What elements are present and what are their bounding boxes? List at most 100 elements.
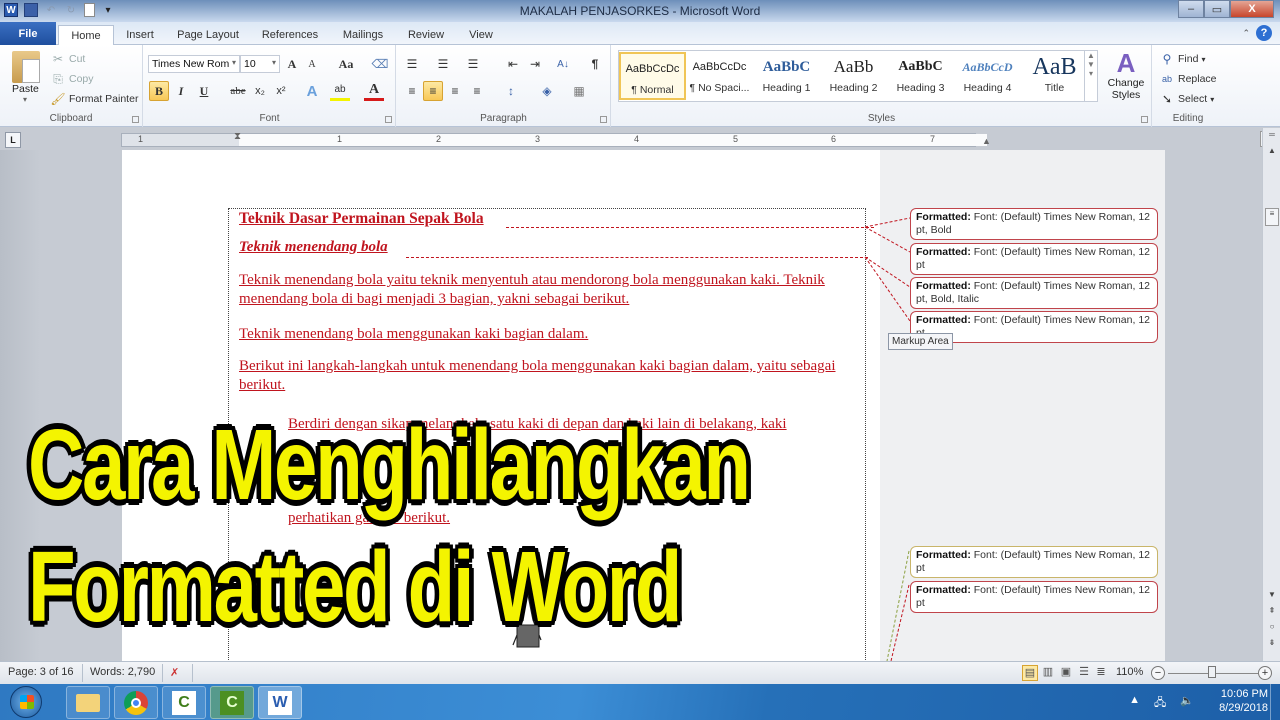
- show-hide-marks-button[interactable]: ¶: [585, 54, 605, 74]
- previous-page-button[interactable]: ⇞: [1265, 606, 1279, 615]
- zoom-in-button[interactable]: +: [1258, 666, 1272, 680]
- shading-button[interactable]: ◈: [537, 81, 557, 101]
- next-page-button[interactable]: ⇟: [1265, 638, 1279, 647]
- paragraph-launcher-icon[interactable]: [600, 116, 607, 123]
- clock[interactable]: 10:06 PM 8/29/2018: [1219, 687, 1268, 715]
- formatted-balloon[interactable]: Formatted: Font: (Default) Times New Rom…: [910, 546, 1158, 578]
- style-normal[interactable]: AaBbCcDc ¶ Normal: [619, 52, 686, 100]
- vertical-scrollbar[interactable]: ═ ▲ ≡ ▼ ⇞ ○ ⇟: [1262, 128, 1280, 661]
- decrease-indent-button[interactable]: ⇤: [503, 54, 523, 74]
- align-right-button[interactable]: ≡: [445, 81, 465, 101]
- change-case-button[interactable]: Aa: [332, 54, 360, 74]
- find-button[interactable]: ⚲ Find ▾: [1159, 51, 1206, 67]
- subscript-button[interactable]: x₂: [250, 81, 270, 101]
- full-screen-reading-icon[interactable]: ▥: [1040, 665, 1056, 681]
- web-layout-icon[interactable]: ▣: [1058, 665, 1074, 681]
- draft-view-icon[interactable]: ≣: [1093, 665, 1109, 681]
- styles-gallery-scroll[interactable]: ▲ ▼ ▾: [1084, 51, 1097, 101]
- right-indent-marker[interactable]: ▲: [982, 136, 991, 146]
- volume-icon[interactable]: 🔈: [1180, 694, 1194, 713]
- formatted-balloon[interactable]: Formatted: Font: (Default) Times New Rom…: [910, 243, 1158, 275]
- select-button[interactable]: ➘ Select ▾: [1159, 91, 1214, 107]
- scroll-thumb[interactable]: ≡: [1265, 208, 1279, 226]
- body-paragraph[interactable]: Berikut ini langkah-langkah untuk menend…: [239, 357, 869, 395]
- replace-button[interactable]: ab Replace: [1159, 71, 1217, 87]
- scroll-up-arrow[interactable]: ▲: [1265, 146, 1279, 155]
- increase-indent-button[interactable]: ⇥: [525, 54, 545, 74]
- minimize-ribbon-icon[interactable]: ⌃: [1242, 28, 1250, 39]
- horizontal-ruler[interactable]: 1 1 2 3 4 5 6 7 ⧗ ▲: [121, 131, 991, 147]
- font-name-combo[interactable]: Times New Rom ▾: [148, 55, 240, 73]
- start-button[interactable]: [10, 686, 42, 718]
- proofing-error-icon[interactable]: ✗: [170, 666, 179, 679]
- style-heading-1[interactable]: AaBbC Heading 1: [753, 52, 820, 100]
- style-heading-2[interactable]: AaBb Heading 2: [820, 52, 887, 100]
- network-icon[interactable]: 🖧: [1154, 694, 1166, 713]
- style-title[interactable]: AaB Title: [1021, 52, 1088, 100]
- clear-formatting-button[interactable]: ⌫: [370, 54, 390, 74]
- taskbar-camtasia-studio[interactable]: C: [210, 686, 254, 719]
- text-effects-button[interactable]: A: [302, 81, 322, 101]
- select-browse-object-button[interactable]: ○: [1265, 622, 1279, 631]
- tab-selector-button[interactable]: L: [5, 132, 21, 148]
- scroll-down-arrow[interactable]: ▼: [1265, 590, 1279, 599]
- zoom-out-button[interactable]: −: [1151, 666, 1165, 680]
- word-count[interactable]: Words: 2,790: [90, 666, 155, 678]
- change-styles-button[interactable]: A Change Styles: [1104, 49, 1148, 101]
- tab-insert[interactable]: Insert: [118, 25, 162, 45]
- tab-view[interactable]: View: [460, 25, 502, 45]
- tab-references[interactable]: References: [255, 25, 325, 45]
- font-size-combo[interactable]: 10 ▾: [240, 55, 280, 73]
- help-icon[interactable]: ?: [1256, 25, 1272, 41]
- tab-page-layout[interactable]: Page Layout: [172, 25, 244, 45]
- format-painter-button[interactable]: 🖌 Format Painter: [50, 91, 138, 107]
- line-spacing-button[interactable]: ↕: [501, 81, 521, 101]
- zoom-slider-thumb[interactable]: [1208, 666, 1216, 678]
- shrink-font-button[interactable]: A: [302, 54, 322, 74]
- subheading-paragraph[interactable]: Teknik menendang bola: [239, 238, 869, 257]
- body-paragraph[interactable]: Teknik menendang bola yaitu teknik menye…: [239, 271, 869, 309]
- justify-button[interactable]: ≡: [467, 81, 487, 101]
- tab-file[interactable]: File: [0, 22, 56, 45]
- font-color-button[interactable]: A: [364, 81, 384, 101]
- view-ruler-toggle[interactable]: ═: [1265, 130, 1279, 139]
- minimize-button[interactable]: –: [1178, 0, 1204, 18]
- heading-paragraph[interactable]: Teknik Dasar Permainan Sepak Bola: [239, 209, 869, 228]
- bold-button[interactable]: B: [149, 81, 169, 101]
- zoom-level[interactable]: 110%: [1116, 666, 1143, 678]
- cut-button[interactable]: ✂ Cut: [50, 51, 85, 67]
- align-left-button[interactable]: ≡: [402, 81, 422, 101]
- numbering-button[interactable]: ☰: [433, 54, 453, 74]
- maximize-button[interactable]: ▭: [1204, 0, 1230, 18]
- formatted-balloon[interactable]: Formatted: Font: (Default) Times New Rom…: [910, 277, 1158, 309]
- borders-button[interactable]: ▦: [569, 81, 589, 101]
- formatted-balloon[interactable]: Formatted: Font: (Default) Times New Rom…: [910, 581, 1158, 613]
- strikethrough-button[interactable]: abe: [226, 81, 250, 101]
- superscript-button[interactable]: x²: [271, 81, 291, 101]
- style-heading-3[interactable]: AaBbC Heading 3: [887, 52, 954, 100]
- style-no-spacing[interactable]: AaBbCcDc ¶ No Spaci...: [686, 52, 753, 100]
- taskbar-camtasia-recorder[interactable]: C: [162, 686, 206, 719]
- italic-button[interactable]: I: [171, 81, 191, 101]
- show-desktop-button[interactable]: [1270, 684, 1280, 720]
- highlight-button[interactable]: ab: [330, 81, 350, 101]
- paste-dropdown-icon[interactable]: ▾: [23, 95, 27, 104]
- bullets-button[interactable]: ☰: [402, 54, 422, 74]
- outline-view-icon[interactable]: ☰: [1076, 665, 1092, 681]
- taskbar-word[interactable]: W: [258, 686, 302, 719]
- left-indent-marker[interactable]: ⧗: [234, 131, 241, 142]
- close-button[interactable]: X: [1230, 0, 1274, 18]
- tab-mailings[interactable]: Mailings: [335, 25, 391, 45]
- formatted-balloon[interactable]: Formatted: Font: (Default) Times New Rom…: [910, 208, 1158, 240]
- styles-launcher-icon[interactable]: [1141, 116, 1148, 123]
- taskbar-file-explorer[interactable]: [66, 686, 110, 719]
- taskbar-chrome[interactable]: [114, 686, 158, 719]
- grow-font-button[interactable]: A: [282, 54, 302, 74]
- print-layout-view-icon[interactable]: ▤: [1022, 665, 1038, 681]
- font-launcher-icon[interactable]: [385, 116, 392, 123]
- copy-button[interactable]: ⎘ Copy: [50, 71, 93, 87]
- style-heading-4[interactable]: AaBbCcD Heading 4: [954, 52, 1021, 100]
- show-hidden-icons[interactable]: ▲: [1129, 694, 1140, 713]
- align-center-button[interactable]: ≡: [423, 81, 443, 101]
- page-count[interactable]: Page: 3 of 16: [8, 666, 73, 678]
